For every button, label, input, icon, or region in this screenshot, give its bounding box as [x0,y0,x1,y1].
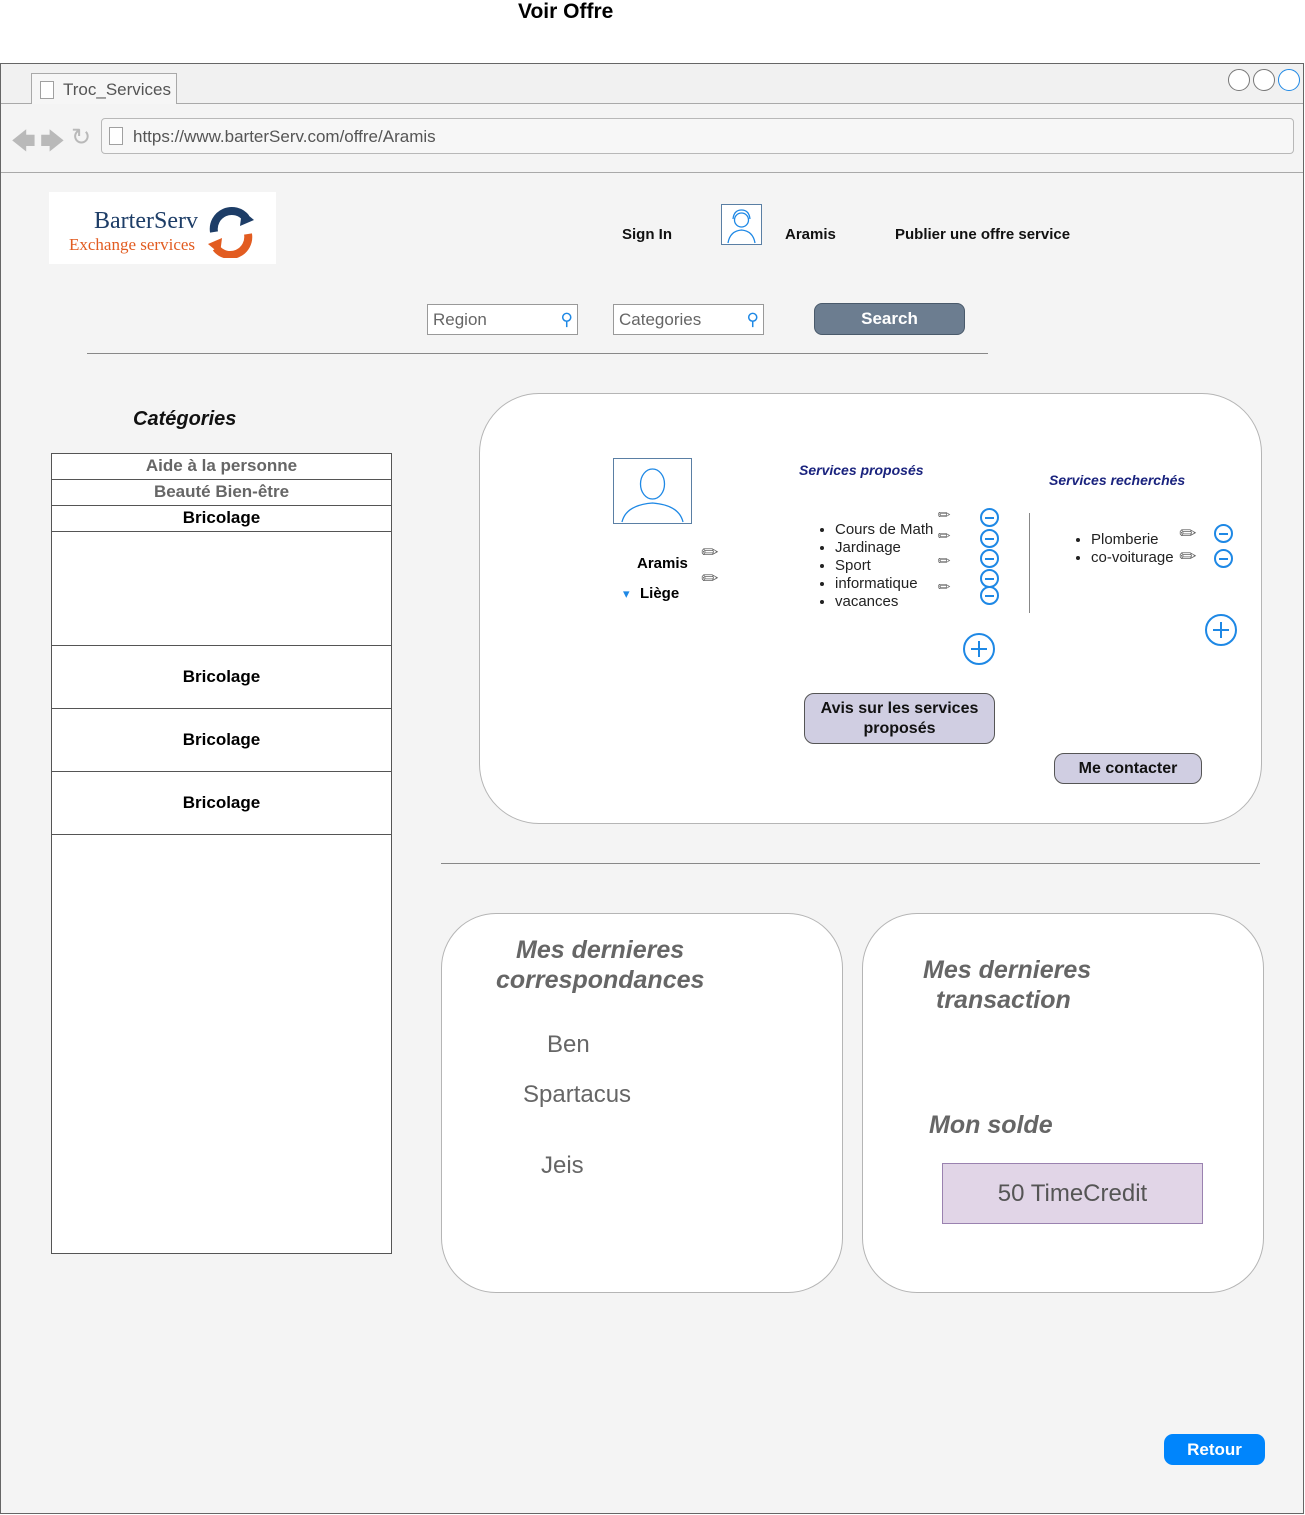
categories-title: Catégories [133,408,237,430]
back-button[interactable]: Retour [1164,1434,1265,1465]
remove-wanted-icon[interactable] [1214,549,1233,568]
edit-service-pencil-icon[interactable]: ✎ [933,525,955,547]
edit-location-pencil-icon[interactable]: ✎ [696,564,726,594]
wanted-services-title: Services recherchés [1049,472,1186,488]
transactions-panel: Mes dernieres transaction Mon solde 50 T… [862,913,1264,1293]
correspondent-name[interactable]: Ben [547,1031,590,1059]
profile-avatar [613,458,692,524]
forward-arrow-icon[interactable]: 🡆 [40,124,65,165]
remove-wanted-icon[interactable] [1214,524,1233,543]
edit-service-pencil-icon[interactable]: ✎ [933,550,955,572]
edit-wanted-pencil-icon[interactable]: ✎ [1174,542,1204,572]
divider [87,353,988,354]
offered-service-item: vacances [835,593,933,611]
transactions-title-line2: transaction [936,986,1071,1014]
url-field[interactable]: https://www.barterServ.com/offre/Aramis [101,118,1294,154]
username-label[interactable]: Aramis [785,226,836,243]
balance-value: 50 TimeCredit [942,1163,1203,1224]
offered-service-item: Jardinage [835,539,933,557]
reload-icon[interactable]: ↻ [71,123,91,152]
wanted-service-item: Plomberie [1091,531,1174,549]
search-icon: ⚲ [560,310,573,329]
user-icon [621,468,684,523]
logo-title: BarterServ [94,208,198,234]
region-placeholder: Region [433,310,487,329]
wanted-service-item: co-voiturage [1091,549,1174,567]
category-item[interactable]: Aide à la personne [52,454,391,480]
tab-label: Troc_Services [63,80,172,99]
add-wanted-service-icon[interactable] [1205,614,1237,646]
browser-window: Troc_Services 🡄 🡆 ↻ https://www.barterSe… [0,63,1304,1514]
add-offered-service-icon[interactable] [963,633,995,665]
search-button[interactable]: Search [814,303,965,335]
offered-service-item: informatique [835,575,933,593]
offered-services-list: Cours de Math Jardinage Sport informatiq… [817,521,933,611]
reviews-button[interactable]: Avis sur les services proposés [804,693,995,744]
correspondence-panel: Mes dernieres correspondances Ben Sparta… [441,913,843,1293]
maximize-button[interactable] [1253,69,1275,91]
category-item[interactable]: Bricolage [52,772,391,835]
region-search-input[interactable]: Region ⚲ [427,304,578,335]
column-divider [1029,513,1030,613]
page-icon [40,81,54,99]
profile-location: Liège [640,585,680,602]
categories-placeholder: Categories [619,310,702,329]
correspondence-title-line2: correspondances [496,966,705,994]
categories-list: Aide à la personne Beauté Bien-être Bric… [51,453,392,1254]
contact-button[interactable]: Me contacter [1054,753,1202,784]
user-icon [727,209,756,244]
category-item[interactable]: Bricolage [52,506,391,532]
category-spacer [52,532,391,646]
location-pin-icon: ▾ [623,586,630,601]
remove-service-icon[interactable] [980,508,999,527]
offered-services-title: Services proposés [799,462,924,478]
profile-name: Aramis [637,555,688,572]
correspondence-title-line1: Mes dernieres [516,936,685,964]
minimize-button[interactable] [1228,69,1250,91]
transactions-title-line1: Mes dernieres [923,956,1092,984]
remove-service-icon[interactable] [980,529,999,548]
remove-service-icon[interactable] [980,549,999,568]
search-icon: ⚲ [746,310,759,329]
page-icon [109,127,123,145]
page-title: Voir Offre [518,0,614,23]
back-arrow-icon[interactable]: 🡄 [11,124,36,165]
correspondent-name[interactable]: Jeis [541,1152,584,1180]
edit-name-pencil-icon[interactable]: ✎ [696,538,726,568]
user-avatar[interactable] [721,204,762,245]
browser-tab[interactable]: Troc_Services [31,73,177,104]
address-bar: 🡄 🡆 ↻ https://www.barterServ.com/offre/A… [1,105,1303,173]
tab-bar: Troc_Services [1,64,1303,104]
edit-service-pencil-icon[interactable]: ✎ [933,576,955,598]
edit-service-pencil-icon[interactable]: ✎ [933,504,955,526]
offered-service-item: Sport [835,557,933,575]
exchange-arrows-icon [208,207,254,258]
category-item[interactable]: Bricolage [52,646,391,709]
sign-in-link[interactable]: Sign In [622,226,672,243]
correspondent-name[interactable]: Spartacus [523,1081,631,1109]
url-text: https://www.barterServ.com/offre/Aramis [133,127,436,146]
logo-subtitle: Exchange services [69,235,196,254]
logo[interactable]: BarterServ Exchange services [49,192,276,264]
category-item[interactable]: Bricolage [52,709,391,772]
close-button[interactable] [1278,69,1300,91]
categories-search-input[interactable]: Categories ⚲ [613,304,764,335]
publish-offer-link[interactable]: Publier une offre service [895,226,1070,243]
offered-service-item: Cours de Math [835,521,933,539]
balance-title: Mon solde [929,1111,1053,1139]
profile-card: Aramis ▾ Liège ✎ ✎ Services proposés Cou… [479,393,1262,824]
divider [441,863,1260,864]
wanted-services-list: Plomberie co-voiturage [1073,531,1174,567]
remove-service-icon[interactable] [980,586,999,605]
category-item[interactable]: Beauté Bien-être [52,480,391,506]
